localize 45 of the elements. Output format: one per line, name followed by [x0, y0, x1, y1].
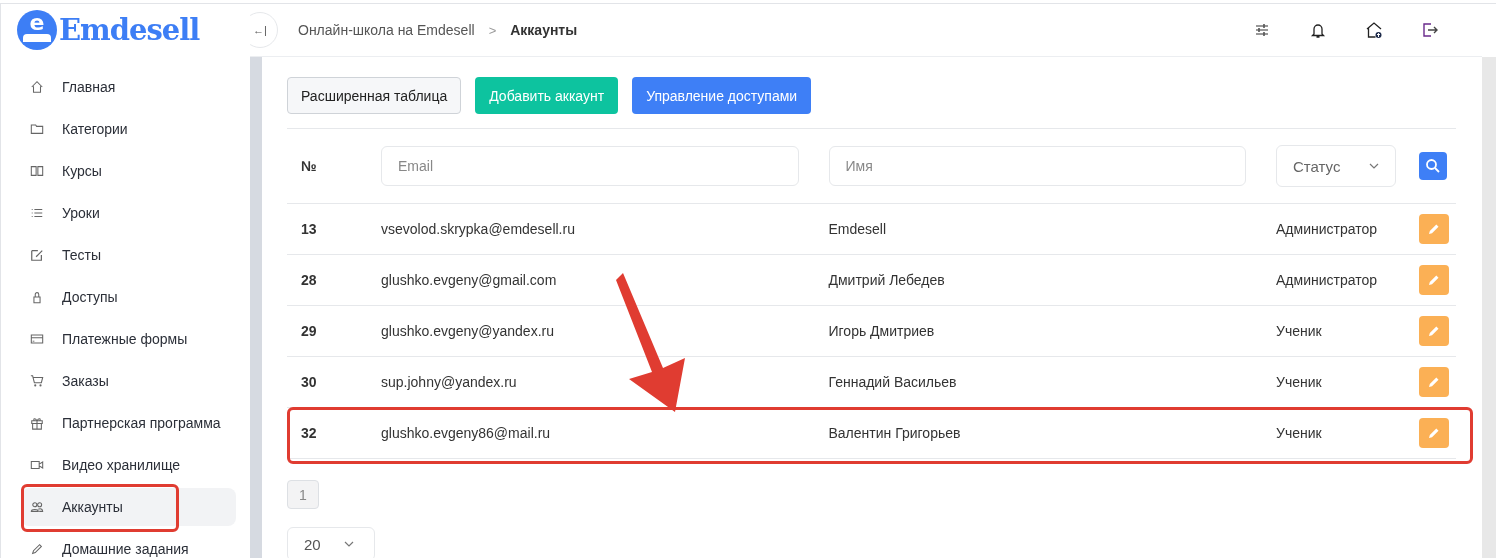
breadcrumb-separator: > — [488, 22, 497, 38]
sidebar-item[interactable]: Тесты — [21, 236, 236, 274]
sidebar-item[interactable]: Домашние задания — [21, 530, 236, 558]
table-cell-text: Дмитрий Лебедев — [828, 272, 946, 288]
sidebar-item[interactable]: Уроки — [21, 194, 236, 232]
sidebar-item[interactable]: Главная — [21, 68, 236, 106]
table-cell-text: Ученик — [1276, 374, 1323, 390]
name-filter-field[interactable]: Имя — [828, 146, 1246, 186]
table-cell-text: 30 — [300, 374, 318, 390]
table-cell-text: Игорь Дмитриев — [828, 323, 936, 339]
table-cell-text: vsevolod.skrypka@emdesell.ru — [381, 221, 576, 237]
table-cell-text: Ученик — [1276, 323, 1323, 339]
table-cell-text: Валентин Григорьев — [828, 425, 962, 441]
breadcrumb-link[interactable]: Онлайн-школа на Emdesell — [298, 22, 475, 38]
extended-table-button[interactable]: Расширенная таблица — [287, 77, 462, 114]
page-size-dropdown[interactable]: 20 — [287, 527, 375, 558]
table-cell-text: Администратор — [1276, 221, 1378, 237]
sidebar-item[interactable]: Аккаунты — [21, 488, 236, 526]
table-cell-text: sup.johny@yandex.ru — [381, 374, 518, 390]
table-cell-text: 32 — [300, 425, 318, 441]
sidebar-item[interactable]: Доступы — [21, 278, 236, 316]
sidebar-item[interactable]: Категории — [21, 110, 236, 148]
table-cell-text: glushko.evgeny@yandex.ru — [381, 323, 555, 339]
breadcrumb-current: Аккаунты — [510, 22, 578, 38]
sidebar-item[interactable]: Партнерская программа — [21, 404, 236, 442]
access-management-button[interactable]: Управление доступами — [632, 77, 812, 114]
logo-text: Emdesell — [59, 13, 200, 47]
table-cell-text: 28 — [300, 272, 318, 288]
table-cell-text: glushko.evgeny@gmail.com — [381, 272, 558, 288]
sidebar-item[interactable]: Курсы — [21, 152, 236, 190]
table-cell-text: Геннадий Васильев — [828, 374, 958, 390]
table-cell-text: 29 — [300, 323, 318, 339]
collapse-button[interactable]: ←| — [250, 12, 278, 48]
sidebar-item[interactable]: Платежные формы — [21, 320, 236, 358]
number-header: № — [300, 158, 318, 174]
logo-icon: e — [17, 10, 57, 50]
sidebar-item[interactable]: Видео хранилище — [21, 446, 236, 484]
sidebar-item[interactable]: Заказы — [21, 362, 236, 400]
table-cell-text: Ученик — [1276, 425, 1323, 441]
status-filter-dropdown[interactable]: Статус — [1276, 145, 1396, 187]
table-cell-text: 13 — [300, 221, 318, 237]
table-cell-text: Emdesell — [828, 221, 888, 237]
table-cell-text: Администратор — [1276, 272, 1378, 288]
email-filter-field[interactable]: Email — [381, 146, 799, 186]
table-cell-text: glushko.evgeny86@mail.ru — [381, 425, 552, 441]
